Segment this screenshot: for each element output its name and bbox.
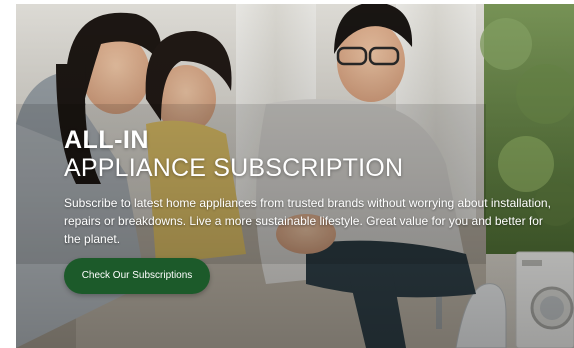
check-subscriptions-button[interactable]: Check Our Subscriptions xyxy=(64,258,210,294)
hero-title: APPLIANCE SUBSCRIPTION xyxy=(64,154,404,182)
hero-text-block: ALL-IN APPLIANCE SUBSCRIPTION Subscribe … xyxy=(64,126,558,248)
hero-title-bold: ALL-IN xyxy=(64,126,149,154)
hero-description: Subscribe to latest home appliances from… xyxy=(64,196,551,246)
